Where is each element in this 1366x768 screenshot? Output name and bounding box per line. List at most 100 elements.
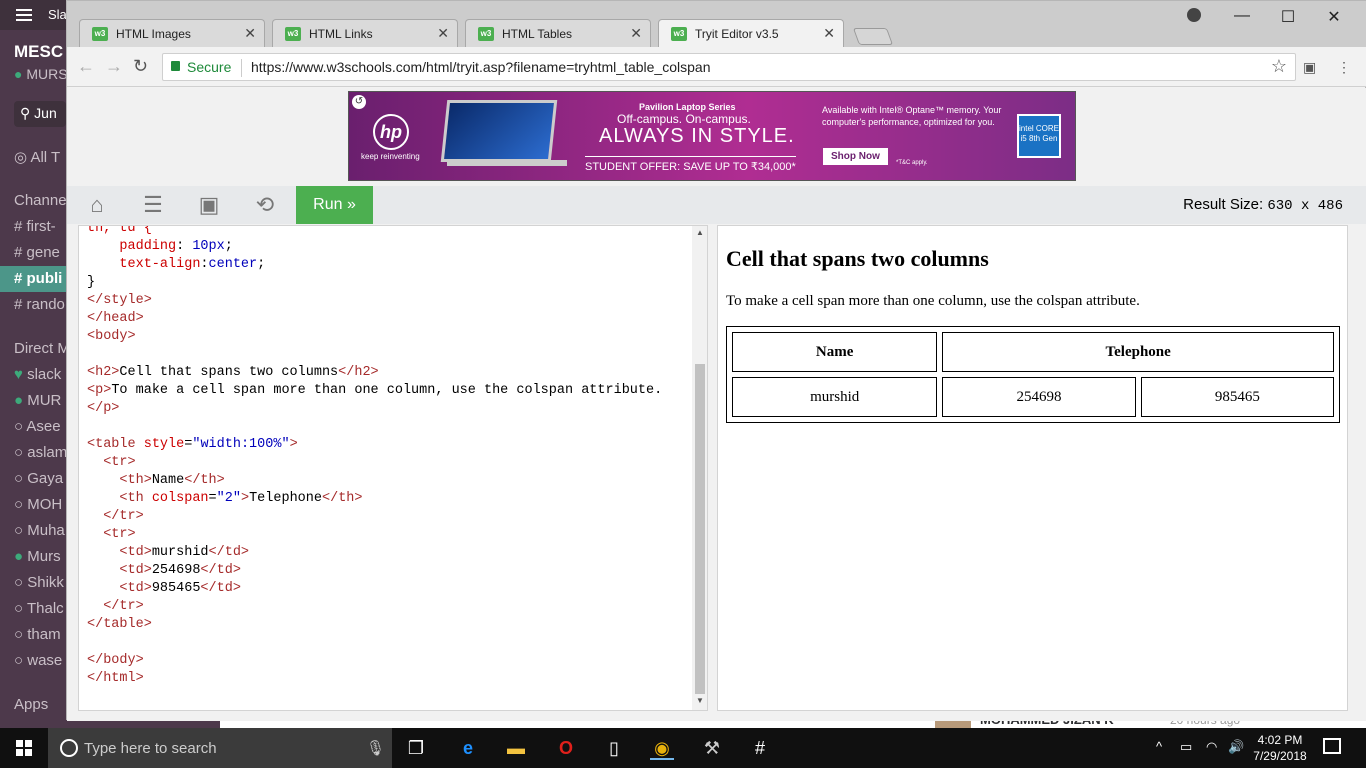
- table-cell: 985465: [1140, 377, 1334, 417]
- forward-icon[interactable]: →: [105, 56, 123, 77]
- shop-now-button[interactable]: Shop Now: [823, 148, 888, 165]
- tab-html-links[interactable]: w3 HTML Links ✕: [272, 19, 458, 47]
- task-view-icon[interactable]: ❐: [404, 736, 428, 760]
- save-icon[interactable]: ▣: [197, 194, 221, 216]
- rotate-layout-icon[interactable]: ⟲: [253, 194, 277, 216]
- all-threads-item[interactable]: ◎ All T: [14, 148, 66, 166]
- dm-item[interactable]: ○ Thalc: [14, 600, 66, 617]
- divider: [241, 59, 242, 77]
- menu-icon[interactable]: ☰: [141, 194, 165, 216]
- lock-icon: [171, 61, 180, 71]
- channel-item[interactable]: # rando: [14, 296, 66, 313]
- table-cell: murshid: [732, 377, 938, 417]
- offline-dot-icon: ○: [14, 600, 24, 617]
- close-window-icon[interactable]: ✕: [1319, 7, 1349, 27]
- wifi-icon[interactable]: ◠: [1206, 739, 1217, 755]
- volume-icon[interactable]: 🔊: [1228, 739, 1244, 755]
- tab-tryit-editor[interactable]: w3 Tryit Editor v3.5 ✕: [658, 19, 844, 48]
- reload-icon[interactable]: ↻: [133, 56, 148, 77]
- scroll-up-icon[interactable]: ▲: [696, 228, 704, 237]
- result-preview: Cell that spans two columns To make a ce…: [717, 225, 1348, 711]
- dm-item[interactable]: ● Murs: [14, 548, 66, 565]
- offline-dot-icon: ○: [14, 496, 24, 513]
- edge-icon[interactable]: e: [456, 736, 480, 760]
- result-size: Result Size: 630 x 486: [1183, 196, 1343, 214]
- code-text[interactable]: th, td { padding: 10px; text-align:cente…: [87, 226, 662, 688]
- home-icon[interactable]: ⌂: [85, 194, 109, 216]
- channels-header[interactable]: Channe: [14, 192, 66, 209]
- tab-html-tables[interactable]: w3 HTML Tables ✕: [465, 19, 651, 47]
- account-icon[interactable]: [1187, 8, 1201, 22]
- advertisement-banner[interactable]: ↺ hp keep reinventing Pavilion Laptop Se…: [348, 91, 1076, 181]
- table-row: Name Telephone: [732, 332, 1334, 372]
- notepad-icon[interactable]: ▯: [602, 736, 626, 760]
- dm-item[interactable]: ○ Asee: [14, 418, 66, 435]
- taskbar: Type here to search 🎙 ❐ e ▬ O ▯ ◉ ⚒ # ^ …: [0, 728, 1366, 768]
- file-explorer-icon[interactable]: ▬: [504, 736, 528, 760]
- close-icon[interactable]: ✕: [823, 25, 835, 42]
- code-editor[interactable]: th, td { padding: 10px; text-align:cente…: [78, 225, 708, 711]
- dm-item[interactable]: ○ MOH: [14, 496, 66, 513]
- url-text[interactable]: https://www.w3schools.com/html/tryit.asp…: [251, 59, 710, 75]
- online-dot-icon: ●: [14, 392, 24, 409]
- clock[interactable]: 4:02 PM 7/29/2018: [1250, 732, 1310, 764]
- result-paragraph: To make a cell span more than one column…: [726, 293, 1140, 309]
- ad-offer: STUDENT OFFER: SAVE UP TO ₹34,000*: [585, 156, 796, 173]
- jump-to-button[interactable]: ⚲ Jun: [14, 101, 66, 127]
- laptop-base-image: [447, 160, 567, 166]
- maximize-icon[interactable]: ☐: [1273, 7, 1303, 27]
- address-bar[interactable]: Secure https://www.w3schools.com/html/tr…: [162, 53, 1296, 81]
- new-tab-button[interactable]: [852, 28, 894, 45]
- hamburger-icon[interactable]: [16, 9, 32, 21]
- bookmark-star-icon[interactable]: ☆: [1271, 56, 1287, 77]
- tab-html-images[interactable]: w3 HTML Images ✕: [79, 19, 265, 47]
- battery-icon[interactable]: ▭: [1180, 739, 1192, 755]
- channel-item[interactable]: # gene: [14, 244, 66, 261]
- tray-up-arrow-icon[interactable]: ^: [1156, 739, 1162, 754]
- search-placeholder: Type here to search: [84, 740, 217, 757]
- code-scrollbar[interactable]: ▲ ▼: [692, 226, 707, 710]
- taskbar-search[interactable]: Type here to search 🎙: [48, 728, 392, 768]
- dm-item[interactable]: ○ Shikk: [14, 574, 66, 591]
- chrome-menu-icon[interactable]: ⋮: [1337, 59, 1351, 76]
- direct-messages-header[interactable]: Direct M: [14, 340, 66, 357]
- settings-tools-icon[interactable]: ⚒: [700, 736, 724, 760]
- secure-label: Secure: [187, 59, 232, 75]
- run-button[interactable]: Run »: [296, 186, 373, 224]
- scrollbar-thumb[interactable]: [695, 364, 705, 694]
- close-icon[interactable]: ✕: [630, 25, 642, 42]
- dm-item[interactable]: ● MUR: [14, 392, 66, 409]
- opera-icon[interactable]: O: [554, 736, 578, 760]
- scroll-down-icon[interactable]: ▼: [696, 696, 704, 705]
- result-heading: Cell that spans two columns: [726, 246, 989, 271]
- w3schools-favicon-icon: w3: [92, 27, 108, 41]
- channel-item[interactable]: # first-: [14, 218, 66, 235]
- team-name[interactable]: MESC: [14, 42, 66, 62]
- dm-item[interactable]: ○ tham: [14, 626, 66, 643]
- w3schools-favicon-icon: w3: [478, 27, 494, 41]
- header-cell-name: Name: [732, 332, 938, 372]
- microphone-icon[interactable]: 🎙: [366, 739, 385, 757]
- dm-item[interactable]: ○ Gaya: [14, 470, 66, 487]
- dm-item[interactable]: ♥ slack: [14, 366, 66, 383]
- channel-item-active[interactable]: # publi: [0, 266, 66, 292]
- dm-item[interactable]: ○ Muha: [14, 522, 66, 539]
- ad-headline: ALWAYS IN STYLE.: [599, 125, 795, 147]
- close-icon[interactable]: ✕: [437, 25, 449, 42]
- intel-badge: intel CORE i5 8th Gen: [1017, 114, 1061, 158]
- replay-icon[interactable]: ↺: [352, 95, 366, 109]
- chrome-icon[interactable]: ◉: [650, 736, 674, 760]
- browser-window: w3 HTML Images ✕ w3 HTML Links ✕ w3 HTML…: [66, 0, 1366, 721]
- slack-icon[interactable]: #: [748, 736, 772, 760]
- w3schools-favicon-icon: w3: [671, 27, 687, 41]
- close-icon[interactable]: ✕: [244, 25, 256, 42]
- windows-start-icon[interactable]: [16, 740, 32, 756]
- ad-offcampus: Off-campus. On-campus.: [617, 112, 751, 126]
- dm-item[interactable]: ○ wase: [14, 652, 66, 669]
- dm-item[interactable]: ○ aslam: [14, 444, 66, 461]
- minimize-icon[interactable]: —: [1227, 7, 1257, 25]
- extension-icon[interactable]: ▣: [1303, 59, 1316, 76]
- apps-header[interactable]: Apps: [14, 696, 66, 713]
- notification-center-icon[interactable]: [1323, 738, 1341, 754]
- back-icon[interactable]: ←: [77, 56, 95, 77]
